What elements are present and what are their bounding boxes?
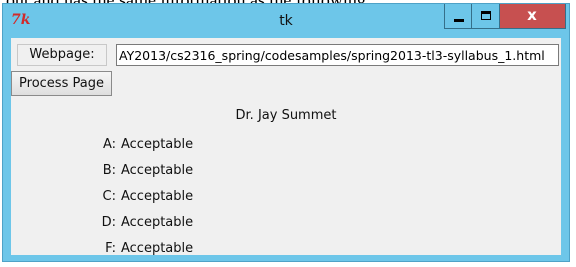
minimize-icon [454,19,464,22]
window-client-area: Webpage: Process Page Dr. Jay Summet A: … [11,38,561,256]
grade-value: Acceptable [121,215,194,230]
grade-value: Acceptable [121,163,194,178]
grade-row: A: Acceptable [11,137,561,157]
grade-letter: D: [101,215,116,230]
grade-letter: A: [102,137,116,152]
grade-row: F: Acceptable [11,241,561,261]
webpage-label: Webpage: [17,44,107,66]
maximize-button[interactable] [472,4,500,29]
url-input[interactable] [116,44,559,66]
process-page-button[interactable]: Process Page [11,71,112,96]
minimize-button[interactable] [444,4,472,29]
grade-row: D: Acceptable [11,215,561,235]
grade-letter: B: [102,163,116,178]
close-icon: x [527,6,537,24]
maximize-icon [481,11,491,20]
instructor-name: Dr. Jay Summet [235,108,337,123]
grade-letter: C: [102,189,116,204]
grade-row: C: Acceptable [11,189,561,209]
grade-value: Acceptable [121,137,194,152]
grade-value: Acceptable [121,241,194,256]
title-bar[interactable]: 7k tk x [3,4,569,38]
tk-window: 7k tk x Webpage: Process Page Dr. Jay Su… [2,3,570,262]
close-button[interactable]: x [500,4,566,29]
grade-value: Acceptable [121,189,194,204]
grade-letter: F: [105,241,116,256]
grade-row: B: Acceptable [11,163,561,183]
